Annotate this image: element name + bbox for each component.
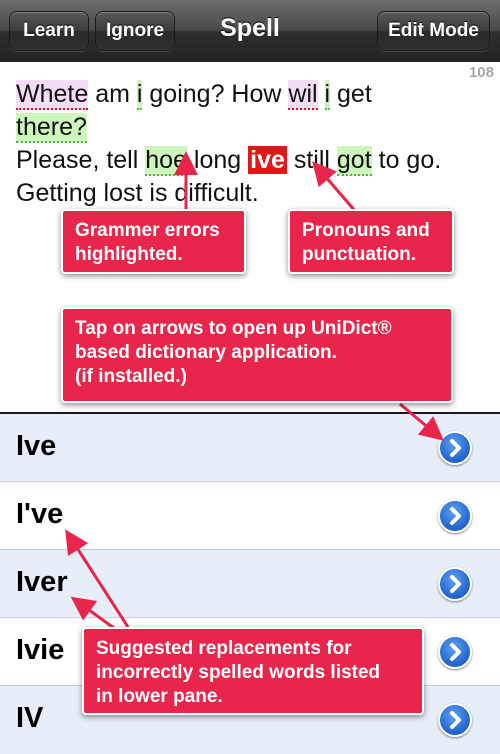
text-run: still xyxy=(286,146,337,174)
callout-suggested: Suggested replacements for incorrectly s… xyxy=(82,627,424,715)
callout-grammar: Grammer errors highlighted. xyxy=(61,209,246,274)
callout-pronouns: Pronouns and punctuation. xyxy=(288,209,454,274)
spelling-error-word[interactable]: wil xyxy=(288,80,318,110)
suggestion-row[interactable]: Ive xyxy=(0,414,500,482)
edit-mode-button[interactable]: Edit Mode xyxy=(377,11,490,51)
text-run: am xyxy=(88,80,137,108)
navigation-bar: Learn Ignore Spell Edit Mode xyxy=(0,0,500,63)
text-run: long xyxy=(186,146,249,174)
chevron-right-circle-icon[interactable] xyxy=(438,703,472,737)
text-run xyxy=(318,80,325,108)
text-run: get xyxy=(330,80,372,108)
callout-dictionary: Tap on arrows to open up UniDict® based … xyxy=(61,307,453,403)
learn-button[interactable]: Learn xyxy=(9,11,89,51)
selected-misspelled-word[interactable]: ive xyxy=(248,146,287,174)
chevron-right-circle-icon[interactable] xyxy=(438,567,472,601)
suggestion-word: I've xyxy=(16,498,64,530)
grammar-error-word[interactable]: hoe xyxy=(145,146,187,176)
suggestion-row[interactable]: I've xyxy=(0,482,500,550)
grammar-error-word[interactable]: got xyxy=(336,146,372,176)
text-run: going? How xyxy=(142,80,289,108)
chevron-right-circle-icon[interactable] xyxy=(438,431,472,465)
suggestion-word: Ivie xyxy=(16,634,65,666)
suggestion-word: Iver xyxy=(16,566,68,598)
grammar-error-word[interactable]: there? xyxy=(16,113,87,143)
editor-text[interactable]: Whete am i going? How wil i get there? P… xyxy=(16,78,484,210)
text-run: Please, tell xyxy=(16,146,146,174)
suggestion-word: Ive xyxy=(16,430,57,462)
chevron-right-circle-icon[interactable] xyxy=(438,635,472,669)
ignore-button[interactable]: Ignore xyxy=(95,11,175,51)
suggestion-row[interactable]: Iver xyxy=(0,550,500,618)
spelling-error-word[interactable]: Whete xyxy=(16,80,89,110)
chevron-right-circle-icon[interactable] xyxy=(438,499,472,533)
suggestion-word: IV xyxy=(16,702,44,734)
